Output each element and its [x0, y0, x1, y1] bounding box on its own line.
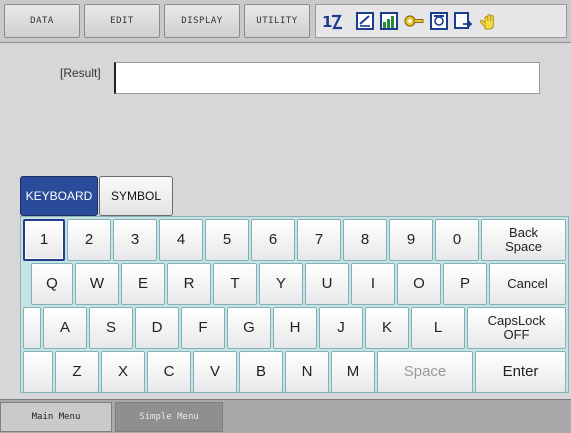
- chart-icon: [380, 12, 398, 30]
- key-r[interactable]: R: [167, 263, 211, 305]
- simple-menu-button[interactable]: Simple Menu: [115, 402, 223, 432]
- tab-symbol[interactable]: SYMBOL: [99, 176, 173, 216]
- key-icon: [404, 12, 424, 30]
- menu-edit-button[interactable]: EDIT: [84, 4, 160, 38]
- key-blank-left-row3: [23, 307, 41, 349]
- screen-icon: [430, 12, 448, 30]
- key-a[interactable]: A: [43, 307, 87, 349]
- key-3[interactable]: 3: [113, 219, 157, 261]
- key-f[interactable]: F: [181, 307, 225, 349]
- key-o[interactable]: O: [397, 263, 441, 305]
- tab-keyboard[interactable]: KEYBOARD: [20, 176, 98, 216]
- key-9[interactable]: 9: [389, 219, 433, 261]
- key-s[interactable]: S: [89, 307, 133, 349]
- result-label: [Result]: [60, 66, 101, 80]
- key-d[interactable]: D: [135, 307, 179, 349]
- svg-text:1: 1: [322, 13, 332, 30]
- key-u[interactable]: U: [305, 263, 349, 305]
- status-icon-strip: 1: [315, 4, 567, 38]
- hand-icon: [479, 12, 497, 30]
- key-k[interactable]: K: [365, 307, 409, 349]
- key-z[interactable]: Z: [55, 351, 99, 393]
- key-n[interactable]: N: [285, 351, 329, 393]
- key-j[interactable]: J: [319, 307, 363, 349]
- key-g[interactable]: G: [227, 307, 271, 349]
- key-q[interactable]: Q: [31, 263, 73, 305]
- cancel-key[interactable]: Cancel: [489, 263, 566, 305]
- key-p[interactable]: P: [443, 263, 487, 305]
- result-input[interactable]: [114, 62, 540, 94]
- menu-utility-button[interactable]: UTILITY: [244, 4, 310, 38]
- top-menu-bar: DATA EDIT DISPLAY UTILITY 1: [0, 0, 571, 43]
- key-c[interactable]: C: [147, 351, 191, 393]
- key-l[interactable]: L: [411, 307, 465, 349]
- key-8[interactable]: 8: [343, 219, 387, 261]
- edit-lock-icon: [356, 12, 374, 30]
- export-icon: [454, 12, 472, 30]
- key-y[interactable]: Y: [259, 263, 303, 305]
- key-1[interactable]: 1: [23, 219, 65, 261]
- backspace-key[interactable]: Back Space: [481, 219, 566, 261]
- key-x[interactable]: X: [101, 351, 145, 393]
- key-b[interactable]: B: [239, 351, 283, 393]
- key-0[interactable]: 0: [435, 219, 479, 261]
- key-6[interactable]: 6: [251, 219, 295, 261]
- key-5[interactable]: 5: [205, 219, 249, 261]
- axis-icon: 1: [322, 12, 348, 30]
- key-blank-left-row4: [23, 351, 53, 393]
- key-e[interactable]: E: [121, 263, 165, 305]
- key-4[interactable]: 4: [159, 219, 203, 261]
- key-2[interactable]: 2: [67, 219, 111, 261]
- enter-key[interactable]: Enter: [475, 351, 566, 393]
- onscreen-keyboard: 1 2 3 4 5 6 7 8 9 0 Back Space Q W E R T …: [20, 216, 569, 393]
- key-7[interactable]: 7: [297, 219, 341, 261]
- key-h[interactable]: H: [273, 307, 317, 349]
- main-menu-button[interactable]: Main Menu: [0, 402, 112, 432]
- key-t[interactable]: T: [213, 263, 257, 305]
- space-key[interactable]: Space: [377, 351, 473, 393]
- key-v[interactable]: V: [193, 351, 237, 393]
- capslock-key[interactable]: CapsLock OFF: [467, 307, 566, 349]
- menu-data-button[interactable]: DATA: [4, 4, 80, 38]
- key-w[interactable]: W: [75, 263, 119, 305]
- menu-display-button[interactable]: DISPLAY: [164, 4, 240, 38]
- bottom-bar: Main Menu Simple Menu: [0, 399, 571, 433]
- key-m[interactable]: M: [331, 351, 375, 393]
- key-i[interactable]: I: [351, 263, 395, 305]
